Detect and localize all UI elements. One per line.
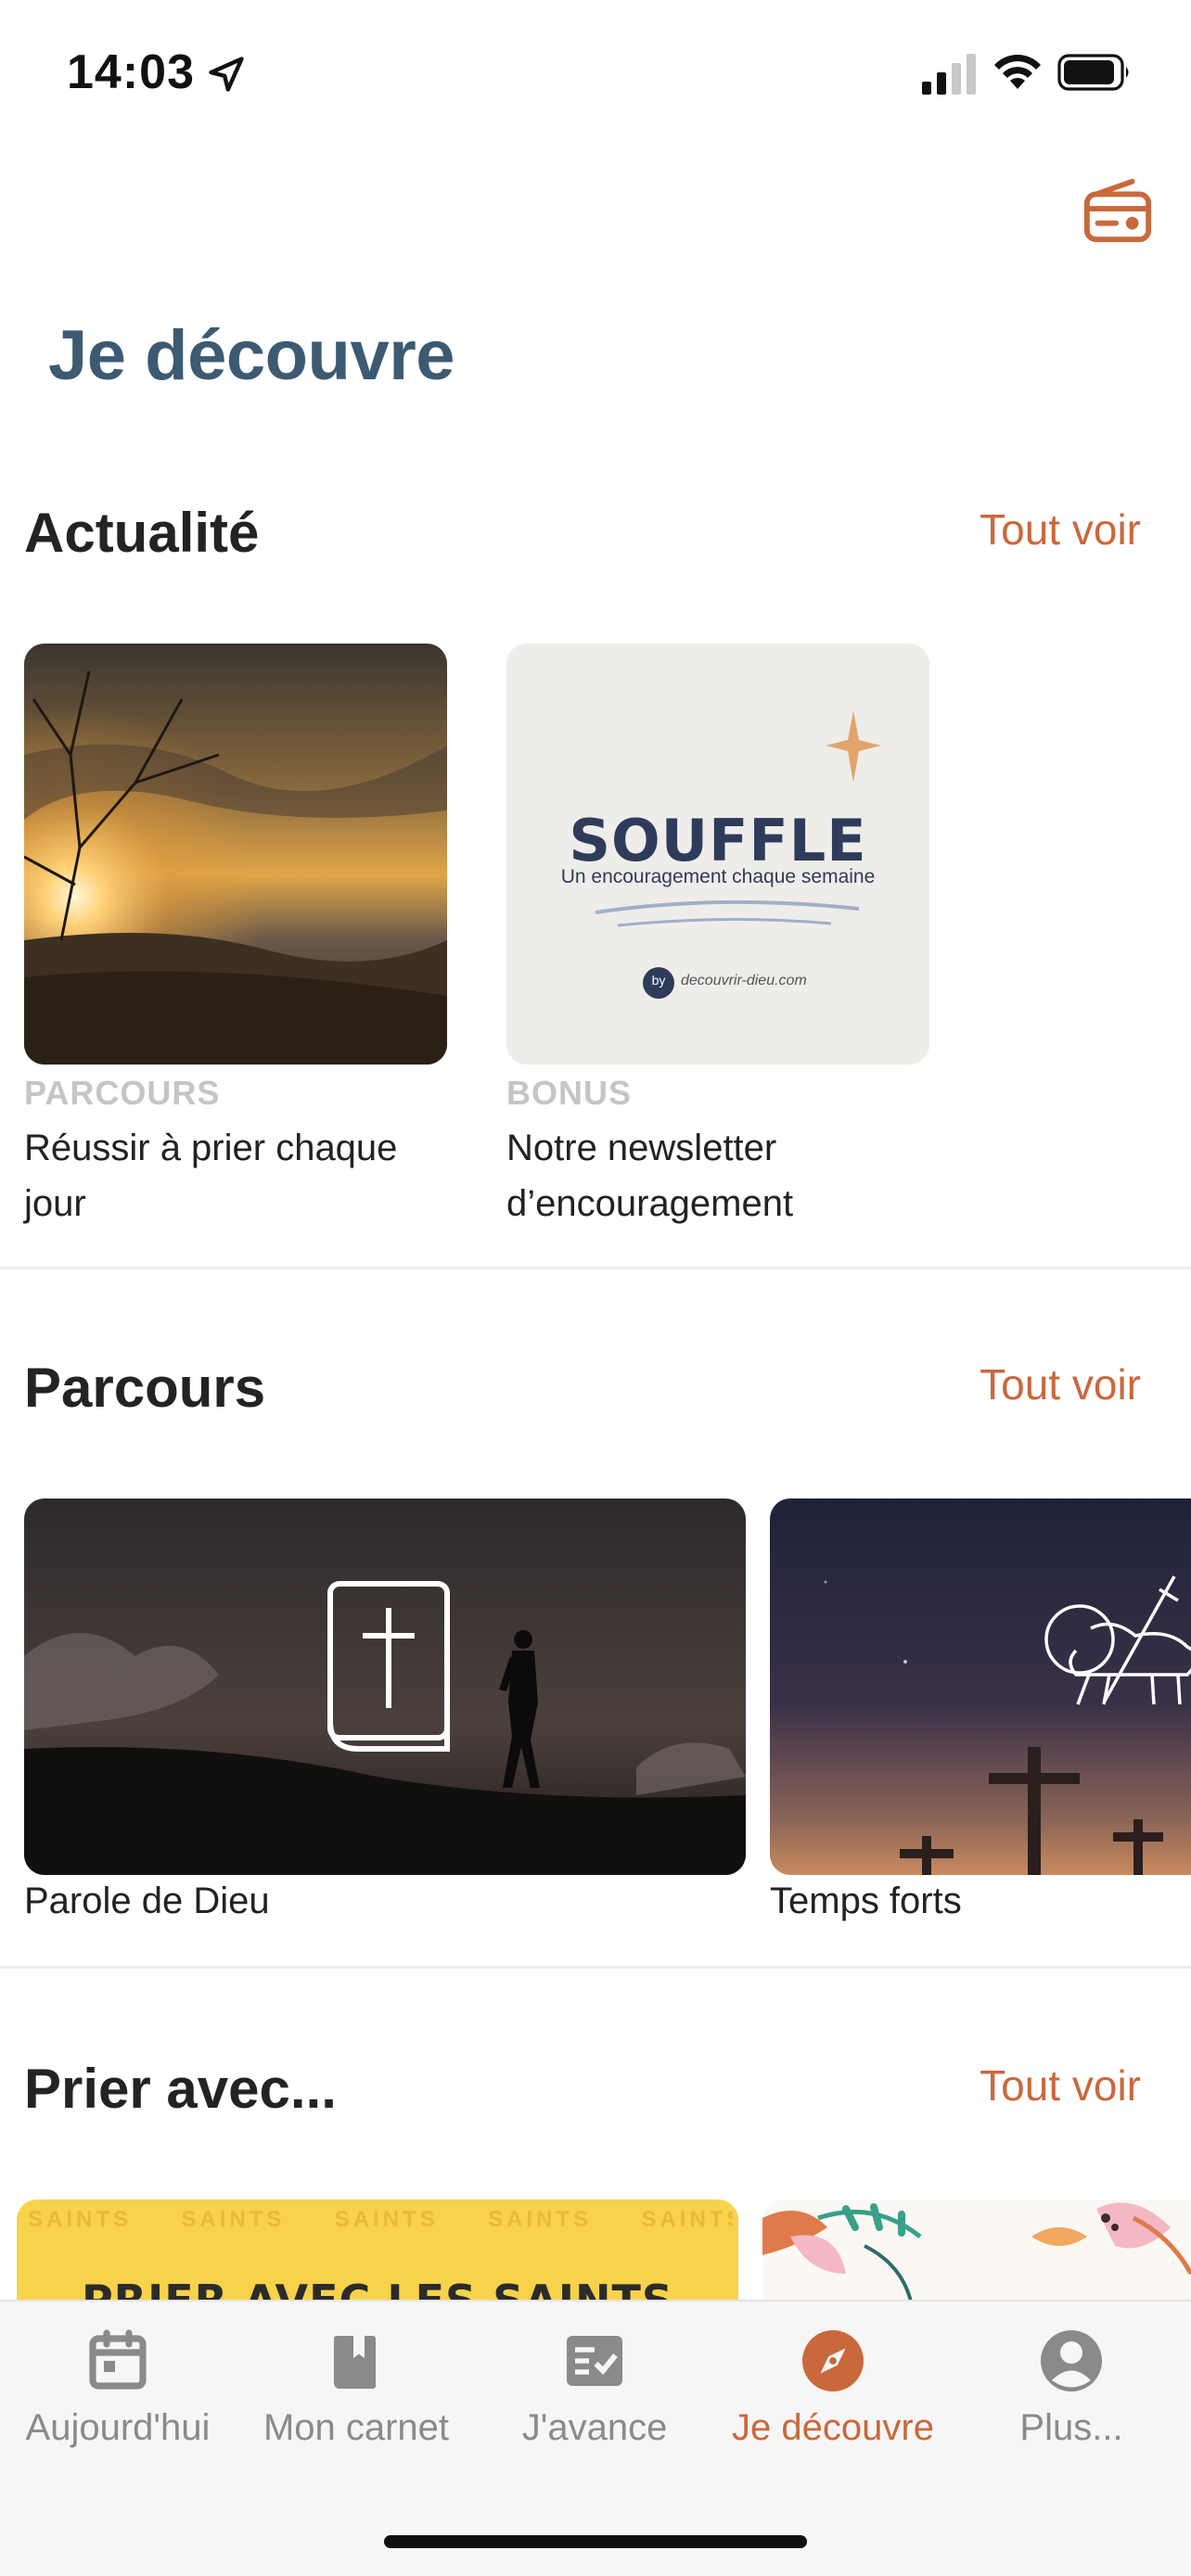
- news-card-kicker: BONUS: [506, 1074, 633, 1112]
- pray-with-see-all-link[interactable]: Tout voir: [980, 2060, 1141, 2111]
- souffle-headline: SOUFFLE: [569, 807, 867, 874]
- news-card-prayer[interactable]: PARCOURS Réussir à prier chaque jour: [24, 644, 447, 1237]
- floral-illustration: [762, 2202, 1191, 2302]
- wifi-icon: [994, 55, 1041, 89]
- journey-card-title: Parole de Dieu: [24, 1881, 270, 1921]
- book-icon: [334, 2336, 376, 2389]
- tab-label: Je découvre: [732, 2407, 934, 2448]
- pray-with-section-title: Prier avec...: [24, 2058, 337, 2120]
- status-bar: 14:03: [0, 0, 1191, 139]
- pray-with-section-header: Prier avec... Tout voir: [24, 2057, 1141, 2131]
- tab-more[interactable]: Plus...: [955, 2327, 1187, 2467]
- journeys-see-all-link[interactable]: Tout voir: [980, 1359, 1141, 1409]
- section-divider: [0, 1966, 1191, 1969]
- souffle-newsletter-image: SOUFFLE Un encouragement chaque semaine …: [506, 644, 929, 1065]
- journeys-section-title: Parcours: [24, 1357, 266, 1419]
- tab-today[interactable]: Aujourd'hui: [2, 2327, 234, 2467]
- tab-label: Plus...: [1019, 2407, 1123, 2448]
- journey-card-word-of-god[interactable]: Parole de Dieu: [24, 1498, 746, 1934]
- souffle-by: by: [651, 973, 666, 988]
- pray-with-floral-card[interactable]: [762, 2200, 1191, 2311]
- tab-notebook[interactable]: Mon carnet: [240, 2327, 472, 2467]
- news-section-title: Actualité: [24, 502, 260, 564]
- tab-discover[interactable]: Je découvre: [717, 2327, 949, 2467]
- status-time: 14:03: [67, 45, 195, 99]
- news-section-header: Actualité Tout voir: [24, 501, 1141, 575]
- page-title: Je découvre: [48, 316, 455, 395]
- compass-icon: [802, 2330, 864, 2391]
- profile-icon: [1041, 2330, 1102, 2391]
- sunset-landscape-image: [24, 644, 447, 1065]
- news-card-newsletter[interactable]: SOUFFLE Un encouragement chaque semaine …: [506, 644, 929, 1237]
- tab-label: Mon carnet: [263, 2407, 450, 2448]
- news-card-kicker: PARCOURS: [24, 1074, 221, 1112]
- saints-pattern-text: SAINTS SAINTS SAINTS SAINTS SAINTS SAINT…: [28, 2207, 733, 2232]
- section-divider: [0, 1267, 1191, 1269]
- souffle-tagline: Un encouragement chaque semaine: [560, 866, 876, 887]
- news-card-title: Réussir à prier chaque jour: [24, 1128, 398, 1224]
- journey-card-title: Temps forts: [770, 1881, 962, 1921]
- location-arrow-icon: [209, 57, 244, 92]
- journey-card-key-moments[interactable]: Temps forts: [770, 1498, 1191, 1934]
- news-card-title: Notre newsletter d’encouragement: [506, 1128, 794, 1224]
- home-indicator[interactable]: [384, 2535, 807, 2548]
- cellular-signal-icon: [922, 54, 976, 95]
- battery-icon: [1057, 54, 1129, 91]
- journeys-section-header: Parcours Tout voir: [24, 1356, 1141, 1430]
- tab-label: J'avance: [521, 2407, 668, 2448]
- radio-icon[interactable]: [1082, 174, 1154, 247]
- souffle-site: decouvrir-dieu.com: [681, 973, 807, 988]
- checklist-icon: [567, 2336, 622, 2386]
- news-see-all-link[interactable]: Tout voir: [980, 504, 1141, 555]
- pray-with-saints-card[interactable]: SAINTS SAINTS SAINTS SAINTS SAINTS SAINT…: [17, 2200, 738, 2311]
- crosses-lamb-image: [770, 1498, 1191, 1875]
- bible-hiker-image: [24, 1498, 746, 1875]
- tab-progress[interactable]: J'avance: [479, 2327, 711, 2467]
- tab-label: Aujourd'hui: [25, 2407, 211, 2448]
- calendar-icon: [89, 2329, 147, 2390]
